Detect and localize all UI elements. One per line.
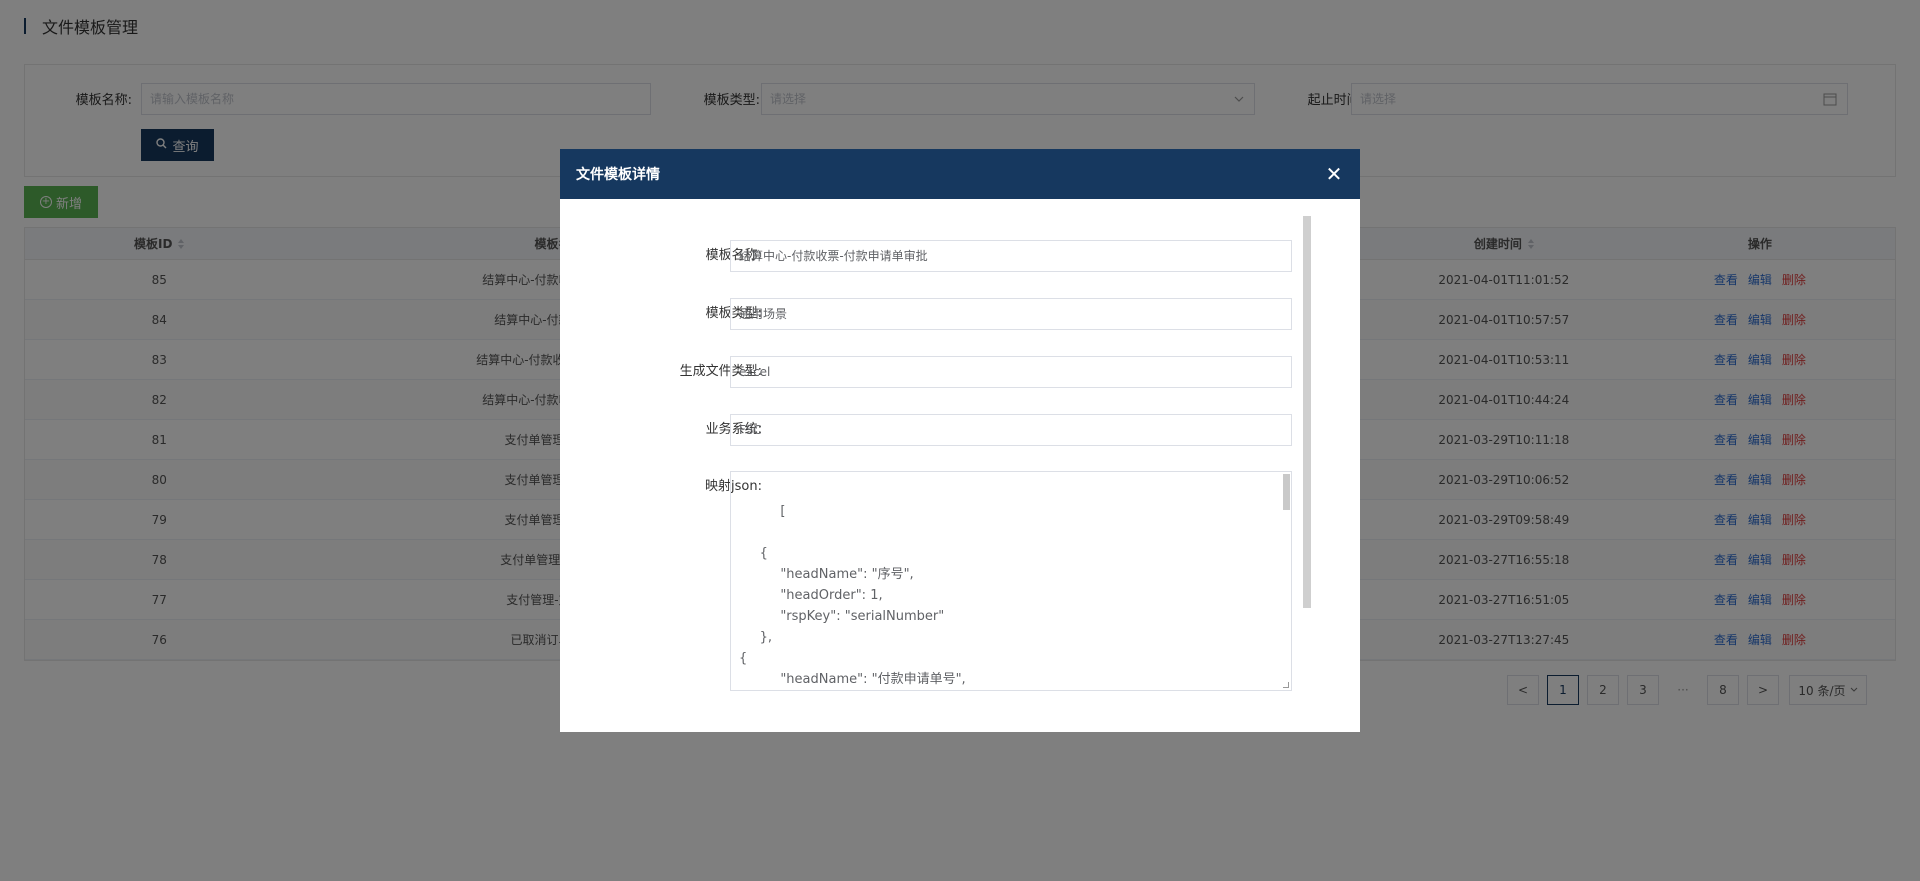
file-type-field[interactable]: excel bbox=[730, 356, 1292, 388]
modal-scrollbar[interactable] bbox=[1303, 216, 1311, 608]
mapping-json-text: [ { "headName": "序号", "headOrder": 1, "r… bbox=[739, 504, 966, 687]
template-type-field[interactable]: 通用场景 bbox=[730, 298, 1292, 330]
business-system-field[interactable]: FSC bbox=[730, 414, 1292, 446]
close-icon[interactable]: ✕ bbox=[1324, 164, 1344, 184]
template-name-field[interactable]: 结算中心-付款收票-付款申请单审批 bbox=[730, 240, 1292, 272]
resize-handle[interactable] bbox=[1283, 682, 1289, 688]
template-detail-modal: 文件模板详情 ✕ 模板名称: 结算中心-付款收票-付款申请单审批 模板类型: 通… bbox=[560, 149, 1360, 732]
page: 文件模板管理 模板名称: 请输入模板名称 模板类型: 请选择 起止时间: 请选择… bbox=[0, 0, 1920, 881]
textarea-scrollbar[interactable] bbox=[1283, 474, 1290, 510]
modal-body: 模板名称: 结算中心-付款收票-付款申请单审批 模板类型: 通用场景 生成文件类… bbox=[560, 199, 1360, 732]
modal-header: 文件模板详情 ✕ bbox=[560, 149, 1360, 199]
modal-title: 文件模板详情 bbox=[576, 167, 660, 183]
mapping-json-textarea[interactable]: [ { "headName": "序号", "headOrder": 1, "r… bbox=[730, 471, 1292, 691]
